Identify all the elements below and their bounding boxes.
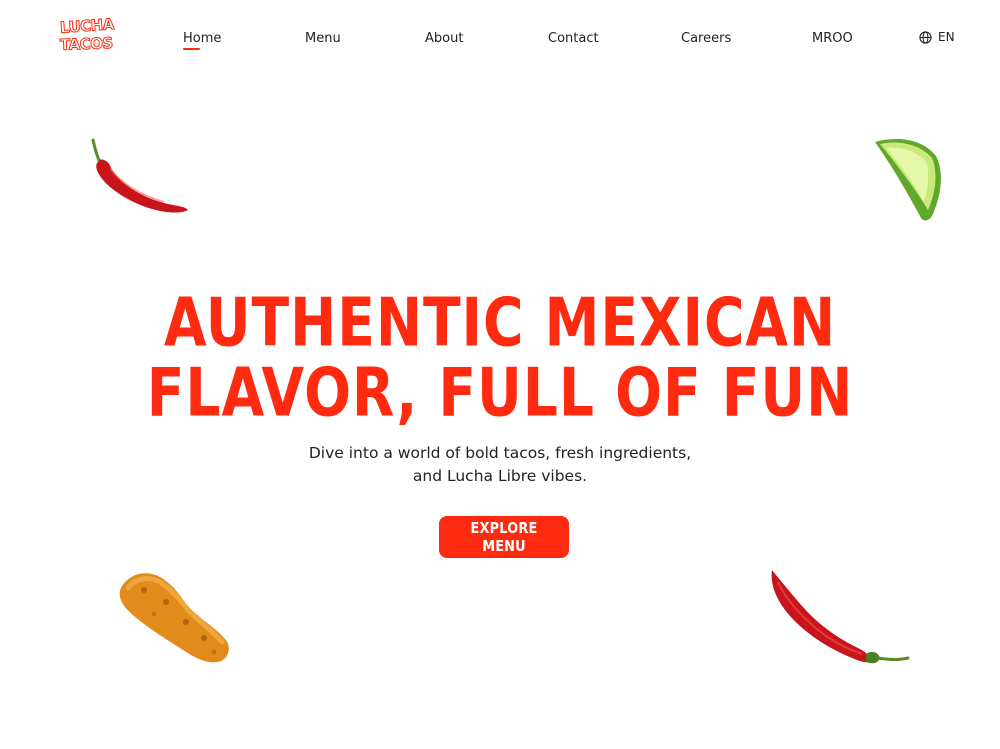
lime-wedge-top-right — [875, 138, 941, 221]
hero-headline-line1: AUTHENTIC MEXICAN — [163, 283, 837, 363]
landing-page: LUCHA TACOS Home Menu About Contact Care… — [0, 0, 1000, 749]
hero-headline-line2: FLAVOR, FULL OF FUN — [146, 353, 854, 433]
nav-home[interactable]: Home — [183, 31, 221, 50]
explore-menu-label: EXPLORE MENU — [470, 519, 538, 555]
nav-menu[interactable]: Menu — [305, 31, 341, 46]
logo-text-line2: TACOS — [59, 34, 114, 55]
hero-subtext: Dive into a world of bold tacos, fresh i… — [0, 442, 1000, 488]
hero-headline: AUTHENTIC MEXICAN FLAVOR, FULL OF FUN — [0, 284, 1000, 432]
lucha-tacos-logo[interactable]: LUCHA TACOS — [59, 15, 115, 58]
nav-careers[interactable]: Careers — [681, 31, 731, 46]
globe-icon — [919, 30, 932, 44]
hero-subtext-line1: Dive into a world of bold tacos, fresh i… — [308, 444, 692, 462]
nav-contact[interactable]: Contact — [548, 31, 599, 46]
nav-about[interactable]: About — [425, 31, 463, 46]
fried-chicken-strip-bottom-left — [119, 573, 229, 663]
nav-mroo[interactable]: MROO — [812, 31, 853, 46]
explore-menu-button[interactable]: EXPLORE MENU — [439, 516, 569, 558]
chili-pepper-top-left — [91, 138, 188, 213]
language-label: EN — [938, 30, 955, 44]
language-selector[interactable]: EN — [919, 30, 955, 44]
chili-pepper-bottom-right — [771, 570, 910, 664]
hero-subtext-line2: and Lucha Libre vibes. — [412, 467, 588, 485]
